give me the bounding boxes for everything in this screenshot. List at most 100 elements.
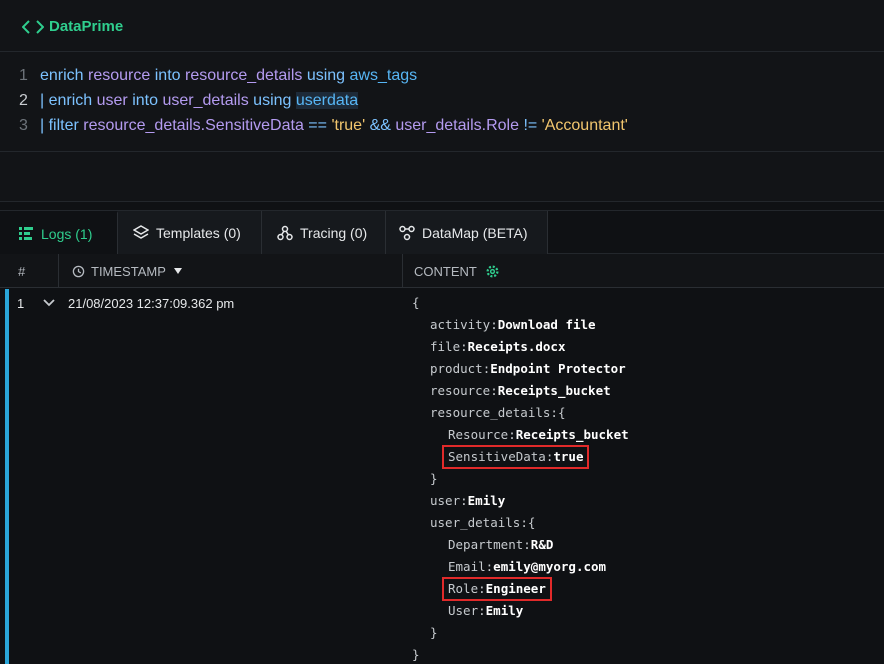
code-token: into <box>154 67 185 84</box>
code-brackets-icon <box>22 20 44 34</box>
column-timestamp[interactable]: TIMESTAMP <box>72 254 183 288</box>
json-line: { <box>412 292 420 314</box>
code-text[interactable]: enrich resource into resource_details us… <box>40 64 417 88</box>
json-colon: : <box>490 317 498 332</box>
column-content: CONTENT <box>414 254 500 288</box>
code-token: using <box>306 67 350 84</box>
json-colon: : <box>460 339 468 354</box>
editor-line[interactable]: 1 enrich resource into resource_details u… <box>0 64 884 88</box>
dataprime-header: DataPrime <box>0 0 884 52</box>
line-number: 3 <box>19 117 28 134</box>
json-colon: : <box>550 405 558 420</box>
code-token: | enrich <box>40 92 97 109</box>
editor-line[interactable]: 3 | filter resource_details.SensitiveData… <box>0 114 884 138</box>
code-token: user_details <box>162 92 254 109</box>
layers-icon <box>133 224 149 239</box>
tab-label: Tracing (0) <box>300 224 368 241</box>
code-token: into <box>132 92 163 109</box>
json-line: user:Emily <box>430 490 505 512</box>
editor-footer <box>0 152 884 202</box>
code-token: 'Accountant' <box>541 117 628 134</box>
json-line: product:Endpoint Protector <box>430 358 626 380</box>
json-line: } <box>430 468 438 490</box>
column-content-label: CONTENT <box>414 263 477 279</box>
page-title: DataPrime <box>49 18 124 35</box>
clock-icon <box>72 265 85 277</box>
row-marker <box>5 289 9 664</box>
json-key: resource <box>430 383 491 398</box>
json-key: Email <box>448 559 486 574</box>
json-key: user <box>430 493 461 508</box>
results-tabs: Logs (1) Templates (0) Tracing (0) DataM… <box>0 210 884 254</box>
json-value: Receipts_bucket <box>515 427 629 442</box>
json-key: Department <box>448 537 524 552</box>
column-number-label: # <box>18 263 26 279</box>
json-line: Department:R&D <box>448 534 553 556</box>
code-token: user_details.Role <box>395 117 524 134</box>
json-value: Emily <box>485 603 524 618</box>
code-token: && <box>369 117 396 134</box>
json-key: User <box>448 603 479 618</box>
json-brace: } <box>430 625 438 640</box>
json-colon: : <box>490 383 498 398</box>
json-value: Receipts_bucket <box>497 383 611 398</box>
editor-line[interactable]: 2 | enrich user into user_details using u… <box>0 89 884 113</box>
sort-down-icon[interactable] <box>173 267 183 275</box>
line-number: 1 <box>19 67 28 84</box>
json-line: } <box>430 622 438 644</box>
json-key: resource_details <box>430 405 551 420</box>
code-token: != <box>523 117 542 134</box>
code-text[interactable]: | enrich user into user_details using us… <box>40 89 359 113</box>
table-row[interactable]: 1 21/08/2023 12:37:09.362 pm {activity:D… <box>0 289 884 664</box>
column-timestamp-label: TIMESTAMP <box>91 263 166 279</box>
json-value: emily@myorg.com <box>493 559 607 574</box>
code-token: == <box>308 117 332 134</box>
code-token: resource_details <box>184 67 307 84</box>
row-timestamp: 21/08/2023 12:37:09.362 pm <box>68 296 235 311</box>
code-token: resource <box>88 67 155 84</box>
tab-tracing[interactable]: Tracing (0) <box>262 211 386 254</box>
tab-templates[interactable]: Templates (0) <box>118 211 262 254</box>
code-token: resource_details.SensitiveData <box>83 117 309 134</box>
code-token: enrich <box>40 67 89 84</box>
json-value: Receipts.docx <box>467 339 566 354</box>
json-line: resource_details:{ <box>430 402 565 424</box>
logs-icon <box>19 226 33 240</box>
chevron-down-icon[interactable] <box>42 297 56 309</box>
json-key: file <box>430 339 461 354</box>
highlight-box <box>442 445 589 469</box>
code-token: user <box>96 92 133 109</box>
json-brace: { <box>527 515 536 530</box>
query-editor[interactable]: 1 enrich resource into resource_details u… <box>0 52 884 152</box>
tracing-icon <box>277 225 293 240</box>
json-value: R&D <box>530 537 554 552</box>
column-divider[interactable] <box>58 254 59 288</box>
highlight-box <box>442 577 552 601</box>
json-brace: { <box>557 405 566 420</box>
table-header: # TIMESTAMP CONTENT <box>0 254 884 288</box>
json-line: Resource:Receipts_bucket <box>448 424 629 446</box>
code-token: using <box>253 92 296 109</box>
tab-label: Templates (0) <box>156 224 241 241</box>
json-colon: : <box>508 427 516 442</box>
json-line: file:Receipts.docx <box>430 336 565 358</box>
code-text[interactable]: | filter resource_details.SensitiveData … <box>40 114 628 138</box>
code-token: userdata <box>295 92 359 109</box>
json-line: activity:Download file <box>430 314 596 336</box>
column-number: # <box>18 254 25 288</box>
tab-logs[interactable]: Logs (1) <box>0 211 118 254</box>
json-colon: : <box>478 603 486 618</box>
code-token: | filter <box>40 117 84 134</box>
json-line: User:Emily <box>448 600 523 622</box>
json-colon: : <box>520 515 528 530</box>
tab-label: Logs (1) <box>41 225 93 242</box>
tab-datamap[interactable]: DataMap (BETA) <box>386 211 548 254</box>
json-brace: } <box>430 471 438 486</box>
column-divider[interactable] <box>402 254 403 288</box>
json-value: Emily <box>467 493 506 508</box>
json-line: Email:emily@myorg.com <box>448 556 606 578</box>
json-key: Resource <box>448 427 509 442</box>
json-value: Download file <box>497 317 596 332</box>
gear-icon[interactable] <box>485 264 500 279</box>
json-key: activity <box>430 317 491 332</box>
